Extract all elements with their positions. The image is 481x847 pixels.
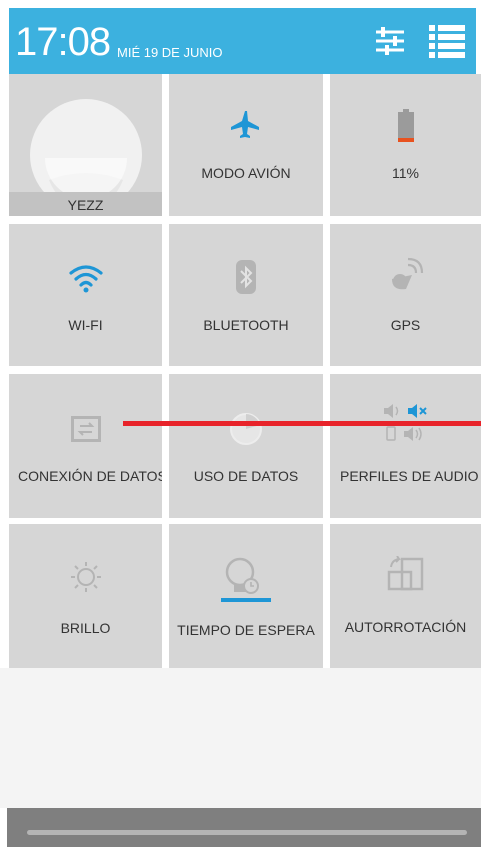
wifi-icon	[9, 262, 162, 294]
tile-wifi[interactable]: WI-FI	[9, 224, 162, 366]
notifications-button[interactable]	[427, 22, 465, 60]
quick-settings-grid: YEZZ MODO AVIÓN 11% WI-FI BLUETOOTH GPS …	[0, 74, 481, 668]
clock: 17:08	[15, 20, 111, 64]
tile-wifi-label: WI-FI	[68, 317, 103, 333]
tile-screen-timeout[interactable]: TIEMPO DE ESPERA	[169, 524, 323, 668]
drag-handle[interactable]	[27, 830, 467, 835]
tile-airplane-label: MODO AVIÓN	[201, 165, 291, 181]
tile-screen-timeout-label: TIEMPO DE ESPERA	[177, 622, 315, 638]
tile-data-connection-label: CONEXIÓN DE DATOS	[18, 468, 162, 484]
gps-icon	[330, 257, 481, 293]
tile-data-usage-label: USO DE DATOS	[193, 468, 299, 484]
tile-user-label: YEZZ	[9, 192, 162, 216]
battery-icon	[330, 108, 481, 144]
red-annotation-line	[123, 421, 481, 426]
data-usage-icon	[169, 412, 323, 446]
tile-auto-rotate-label: AUTORROTACIÓN	[344, 619, 467, 635]
airplane-icon	[169, 109, 323, 139]
panel-drag-bar[interactable]	[7, 808, 481, 847]
brightness-icon	[9, 560, 162, 594]
date-label: MIÉ 19 DE JUNIO	[117, 45, 223, 60]
tile-data-usage[interactable]: USO DE DATOS	[169, 374, 323, 518]
tile-bluetooth-label: BLUETOOTH	[203, 317, 289, 333]
tile-battery-label: 11%	[392, 165, 419, 181]
tile-brightness-label: BRILLO	[60, 620, 111, 636]
tile-data-connection[interactable]: CONEXIÓN DE DATOS	[9, 374, 162, 518]
tile-auto-rotate[interactable]: AUTORROTACIÓN	[330, 524, 481, 668]
tile-battery[interactable]: 11%	[330, 74, 481, 216]
tile-gps-label: GPS	[390, 317, 421, 333]
notification-list-icon	[429, 25, 465, 58]
notification-area	[0, 668, 481, 808]
tile-audio-profiles-label: PERFILES DE AUDIO	[340, 468, 479, 484]
data-connection-icon	[9, 416, 162, 442]
screen-timeout-icon	[169, 556, 323, 604]
tile-airplane-mode[interactable]: MODO AVIÓN	[169, 74, 323, 216]
tile-user[interactable]: YEZZ	[9, 74, 162, 216]
auto-rotate-icon	[330, 556, 481, 592]
tile-bluetooth[interactable]: BLUETOOTH	[169, 224, 323, 366]
quick-settings-header: 17:08 MIÉ 19 DE JUNIO	[9, 8, 476, 74]
tile-brightness[interactable]: BRILLO	[9, 524, 162, 668]
tile-gps[interactable]: GPS	[330, 224, 481, 366]
sliders-icon	[376, 27, 404, 55]
bluetooth-icon	[169, 260, 323, 294]
settings-button[interactable]	[371, 22, 409, 60]
quick-settings-screen: 17:08 MIÉ 19 DE JUNIO YEZZ MODO AVIÓN 11…	[0, 0, 481, 847]
tile-audio-profiles[interactable]: PERFILES DE AUDIO	[330, 374, 481, 518]
